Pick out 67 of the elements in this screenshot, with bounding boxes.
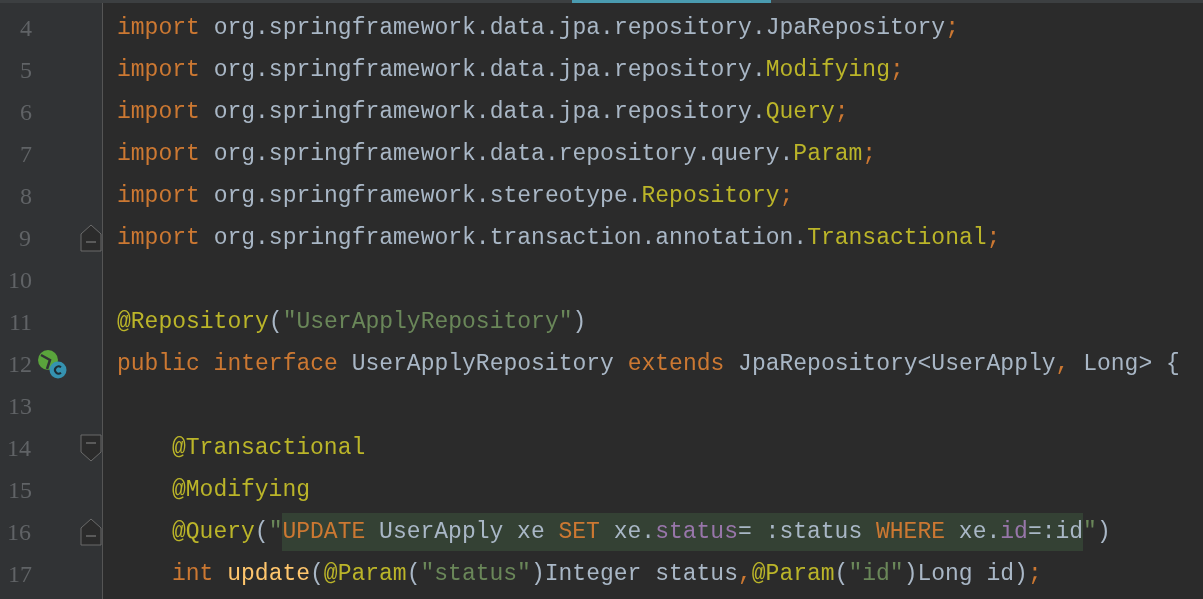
code-text: org.springframework.data.repository.query. bbox=[213, 141, 794, 167]
keyword-token: ; bbox=[945, 15, 959, 41]
string-literal: " bbox=[268, 519, 283, 545]
code-text: xe. bbox=[613, 519, 656, 545]
keyword-token: , bbox=[737, 561, 752, 587]
string-literal: "id" bbox=[848, 561, 904, 587]
annotation-token: Repository bbox=[641, 183, 780, 209]
keyword-token: ; bbox=[779, 183, 794, 209]
keyword-token: import bbox=[117, 15, 201, 41]
code-text: Long> { bbox=[1083, 351, 1180, 377]
code-text: ( bbox=[254, 519, 269, 545]
keyword-token: import bbox=[117, 57, 201, 83]
keyword-token: ; bbox=[1027, 561, 1042, 587]
code-text: UserApplyRepository bbox=[351, 351, 615, 377]
method-name: update bbox=[227, 561, 311, 587]
code-text: ) bbox=[1096, 519, 1111, 545]
code-text: org.springframework.data.jpa.repository.JpaRepository bbox=[213, 15, 946, 41]
keyword-token: extends bbox=[627, 351, 726, 377]
code-text: UserApply xe bbox=[379, 519, 546, 545]
keyword-token: , bbox=[1055, 351, 1071, 377]
annotation-token: Query bbox=[765, 99, 835, 125]
sql-keyword-token: WHERE bbox=[876, 519, 947, 545]
code-text: ) bbox=[572, 309, 587, 335]
keyword-token: ; bbox=[834, 99, 849, 125]
fold-marker-icon[interactable] bbox=[80, 518, 102, 546]
annotation-token: @Modifying bbox=[172, 477, 311, 503]
annotation-token: @Param bbox=[751, 561, 835, 587]
keyword-token: int bbox=[172, 561, 215, 587]
annotation-token: Transactional bbox=[807, 225, 987, 251]
keyword-token: import bbox=[117, 225, 201, 251]
keyword-token: ; bbox=[862, 141, 877, 167]
keyword-token: import bbox=[117, 183, 201, 209]
code-text: JpaRepository<UserApply bbox=[738, 351, 1056, 377]
annotation-token: Modifying bbox=[765, 57, 890, 83]
fold-marker-icon[interactable] bbox=[80, 434, 102, 462]
keyword-token: ; bbox=[889, 57, 904, 83]
code-text: )Long id) bbox=[903, 561, 1028, 587]
code-text: ( bbox=[406, 561, 421, 587]
code-text: org.springframework.transaction.annotation. bbox=[213, 225, 808, 251]
string-literal: "UserApplyRepository" bbox=[282, 309, 573, 335]
code-text: org.springframework.stereotype. bbox=[213, 183, 642, 209]
annotation-token: @Transactional bbox=[172, 435, 366, 461]
code-text: ( bbox=[268, 309, 283, 335]
code-text: =:id bbox=[1027, 519, 1084, 545]
implemented-marker-icon[interactable] bbox=[37, 349, 68, 379]
code-text: org.springframework.data.jpa.repository. bbox=[213, 57, 766, 83]
sql-keyword-token: SET bbox=[558, 519, 601, 545]
code-text: org.springframework.data.jpa.repository. bbox=[213, 99, 766, 125]
fold-marker-icon[interactable] bbox=[80, 224, 102, 252]
field-token: id bbox=[1000, 519, 1028, 545]
code-text: )Integer status bbox=[530, 561, 738, 587]
code-text: ( bbox=[310, 561, 324, 587]
keyword-token: ; bbox=[986, 225, 1001, 251]
keyword-token: public interface bbox=[117, 351, 339, 377]
annotation-token: @Repository bbox=[117, 309, 269, 335]
annotation-token: @Param bbox=[323, 561, 407, 587]
field-token: status bbox=[655, 519, 738, 545]
code-text: xe. bbox=[958, 519, 1001, 545]
string-literal: " bbox=[1083, 519, 1097, 545]
code-text: ( bbox=[834, 561, 849, 587]
sql-keyword-token: UPDATE bbox=[282, 519, 367, 545]
keyword-token: import bbox=[117, 141, 201, 167]
annotation-token: Param bbox=[793, 141, 863, 167]
annotation-token: @Query bbox=[172, 519, 255, 545]
code-text: = :status bbox=[738, 519, 864, 545]
keyword-token: import bbox=[117, 99, 201, 125]
string-literal: "status" bbox=[420, 561, 531, 587]
